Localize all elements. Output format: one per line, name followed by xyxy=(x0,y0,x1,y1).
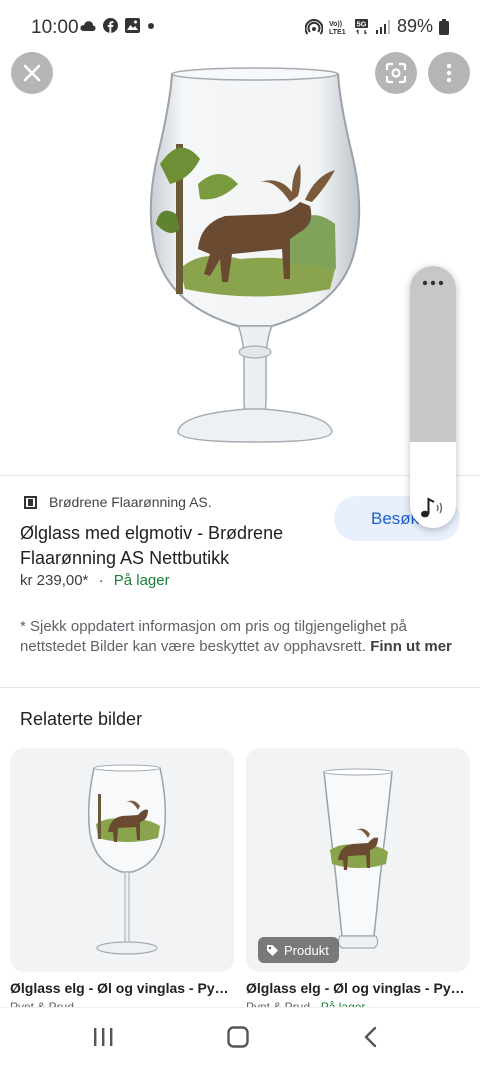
divider xyxy=(0,687,480,688)
svg-text:Vo)): Vo)) xyxy=(329,21,342,28)
image-icon xyxy=(125,18,140,33)
source-row[interactable]: Brødrene Flaarønning AS. xyxy=(24,494,212,510)
price-row: kr 239,00* · På lager xyxy=(20,572,170,589)
source-name: Brødrene Flaarønning AS. xyxy=(49,494,212,510)
music-note-icon[interactable] xyxy=(419,496,447,520)
more-vertical-icon xyxy=(446,63,452,83)
related-card[interactable]: Produkt xyxy=(246,748,470,972)
related-title[interactable]: Ølglass elg - Øl og vinglas - Pyn... xyxy=(10,980,234,996)
volume-panel[interactable] xyxy=(410,266,456,528)
product-image[interactable] xyxy=(140,64,370,444)
related-image xyxy=(323,768,393,949)
volte-icon: Vo))LTE1 xyxy=(329,21,346,35)
more-horizontal-icon[interactable] xyxy=(422,280,444,286)
5g-icon: 5G xyxy=(354,18,368,34)
related-heading: Relaterte bilder xyxy=(20,709,143,729)
tag-icon xyxy=(267,944,278,956)
related-title[interactable]: Ølglass elg - Øl og vinglas - Pyn... xyxy=(246,980,470,996)
google-lens-icon xyxy=(385,62,407,84)
product-badge: Produkt xyxy=(258,937,339,963)
signal-icon xyxy=(375,19,390,34)
product-badge-label: Produkt xyxy=(284,942,329,958)
facebook-icon xyxy=(103,18,118,33)
close-button[interactable] xyxy=(11,52,53,94)
related-card[interactable] xyxy=(10,748,234,972)
disclaimer: * Sjekk oppdatert informasjon om pris og… xyxy=(20,617,460,657)
svg-text:LTE1: LTE1 xyxy=(329,29,346,35)
dot-icon xyxy=(148,22,154,29)
image-viewer[interactable] xyxy=(0,52,480,476)
site-favicon xyxy=(24,495,37,509)
status-time: 10:00 xyxy=(31,17,79,38)
battery-percent: 89% xyxy=(396,16,433,36)
hotspot-icon xyxy=(304,18,323,35)
learn-more-link[interactable]: Finn ut mer xyxy=(370,638,452,655)
close-icon xyxy=(23,64,41,82)
cloud-icon xyxy=(80,20,96,31)
battery-icon xyxy=(439,18,449,35)
navigation-bar xyxy=(0,1007,480,1067)
google-lens-button[interactable] xyxy=(375,52,417,94)
recents-icon[interactable] xyxy=(92,1026,114,1048)
disclaimer-text: * Sjekk oppdatert informasjon om pris og… xyxy=(20,618,407,655)
price: kr 239,00* xyxy=(20,572,89,589)
separator: · xyxy=(98,572,104,589)
divider xyxy=(0,475,480,476)
svg-text:5G: 5G xyxy=(356,19,366,28)
related-image xyxy=(87,764,167,955)
result-title[interactable]: Ølglass med elgmotiv - Brødrene Flaarønn… xyxy=(20,521,320,571)
availability: På lager xyxy=(113,572,170,589)
status-bar: 10:00 Vo)) LTE1 5G 89% xyxy=(0,0,480,52)
more-options-button[interactable] xyxy=(428,52,470,94)
home-icon[interactable] xyxy=(226,1026,250,1048)
back-icon[interactable] xyxy=(362,1026,380,1048)
volume-slider[interactable] xyxy=(410,266,456,442)
